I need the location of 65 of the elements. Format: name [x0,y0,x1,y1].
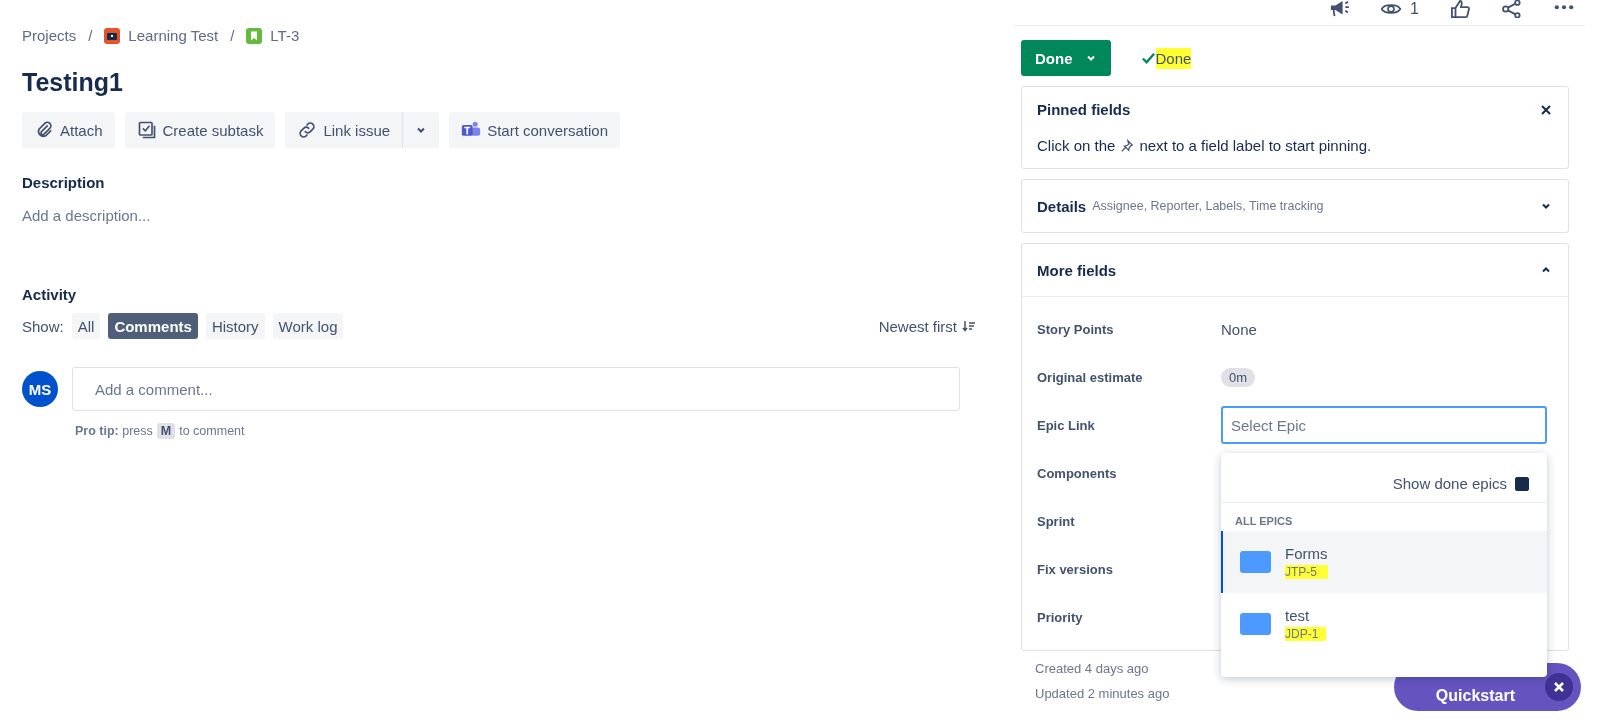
card-title: Details [1037,197,1087,215]
show-label: Show: [22,317,64,335]
breadcrumb-link[interactable]: Learning Test [128,27,219,44]
field-label: Components [1037,465,1118,481]
pro-tip-text: to comment [179,424,245,438]
status-button[interactable]: Done [1021,40,1111,76]
pro-tip-text: Pro tip: press [75,424,153,438]
filter-tab[interactable]: All [71,313,101,339]
close-icon[interactable] [1545,673,1573,701]
checkmark-icon [1140,50,1156,66]
epic-name: test [1285,607,1311,624]
user-avatar: MS [22,371,58,407]
details-summary: Assignee, Reporter, Labels, Time tracking [1092,199,1324,213]
sort-icon [962,319,976,333]
pin-icon [1120,138,1135,153]
field-value[interactable]: None [1221,320,1257,338]
thumbs-up-icon[interactable] [1449,0,1471,18]
field-label: Sprint [1037,513,1076,529]
group-heading: ALL EPICS [1234,514,1294,529]
attach-button[interactable]: Attach [22,112,115,148]
epic-option[interactable]: Forms JTP-5 [1221,531,1547,593]
megaphone-icon[interactable] [1328,0,1351,18]
breadcrumb-separator: / [230,27,235,44]
section-heading: Activity [22,286,78,303]
project-avatar-icon [104,27,121,44]
keyboard-key: M [156,423,176,439]
card-title: Pinned fields [1037,101,1131,118]
checkbox-stack-icon [136,120,157,140]
close-icon[interactable] [1540,103,1552,116]
comment-field[interactable]: Add a comment... [72,367,960,411]
epic-name: Forms [1285,545,1328,562]
story-icon [246,27,263,44]
pinned-hint-text: Click on the [1037,137,1116,154]
resolution-text: Done [1155,47,1192,69]
breadcrumb-separator: / [88,27,93,44]
show-done-epics-toggle[interactable]: Show done epics [1392,475,1529,492]
sort-button[interactable]: Newest first [872,316,982,336]
section-heading: Description [22,174,106,191]
field-label: Fix versions [1037,561,1114,577]
description-field[interactable]: Add a description... [22,207,995,224]
epic-key: JTP-5 [1285,565,1328,579]
updated-date: Updated 2 minutes ago [1035,686,1170,701]
field-label: Original estimate [1037,369,1144,385]
start-conversation-button[interactable]: Start conversation [449,112,621,148]
filter-tab[interactable]: History [205,313,265,339]
epic-select-field[interactable]: Select Epic [1221,406,1547,444]
field-label: Priority [1037,609,1084,625]
field-label: Story Points [1037,321,1115,337]
share-icon[interactable] [1501,0,1523,18]
watchers-button[interactable]: 1 [1380,0,1419,18]
filter-tab[interactable]: Comments [108,313,198,339]
card-title: More fields [1037,261,1117,279]
epic-key: JDP-1 [1285,627,1327,641]
create-subtask-button[interactable]: Create subtask [124,112,276,148]
issue-title[interactable]: Testing1 [22,68,995,97]
field-label: Epic Link [1037,417,1096,433]
time-estimate-value[interactable]: 0m [1221,367,1256,387]
breadcrumb-link[interactable]: Projects [22,27,77,44]
breadcrumb-link[interactable]: LT-3 [270,27,300,44]
link-icon [297,120,318,140]
epic-option[interactable]: test JDP-1 [1221,593,1547,655]
filter-tab[interactable]: Work log [272,313,344,339]
pinned-hint-text: next to a field label to start pinning. [1139,137,1372,154]
created-date: Created 4 days ago [1035,661,1149,676]
details-card[interactable]: Details Assignee, Reporter, Labels, Time tracking [1021,179,1569,233]
